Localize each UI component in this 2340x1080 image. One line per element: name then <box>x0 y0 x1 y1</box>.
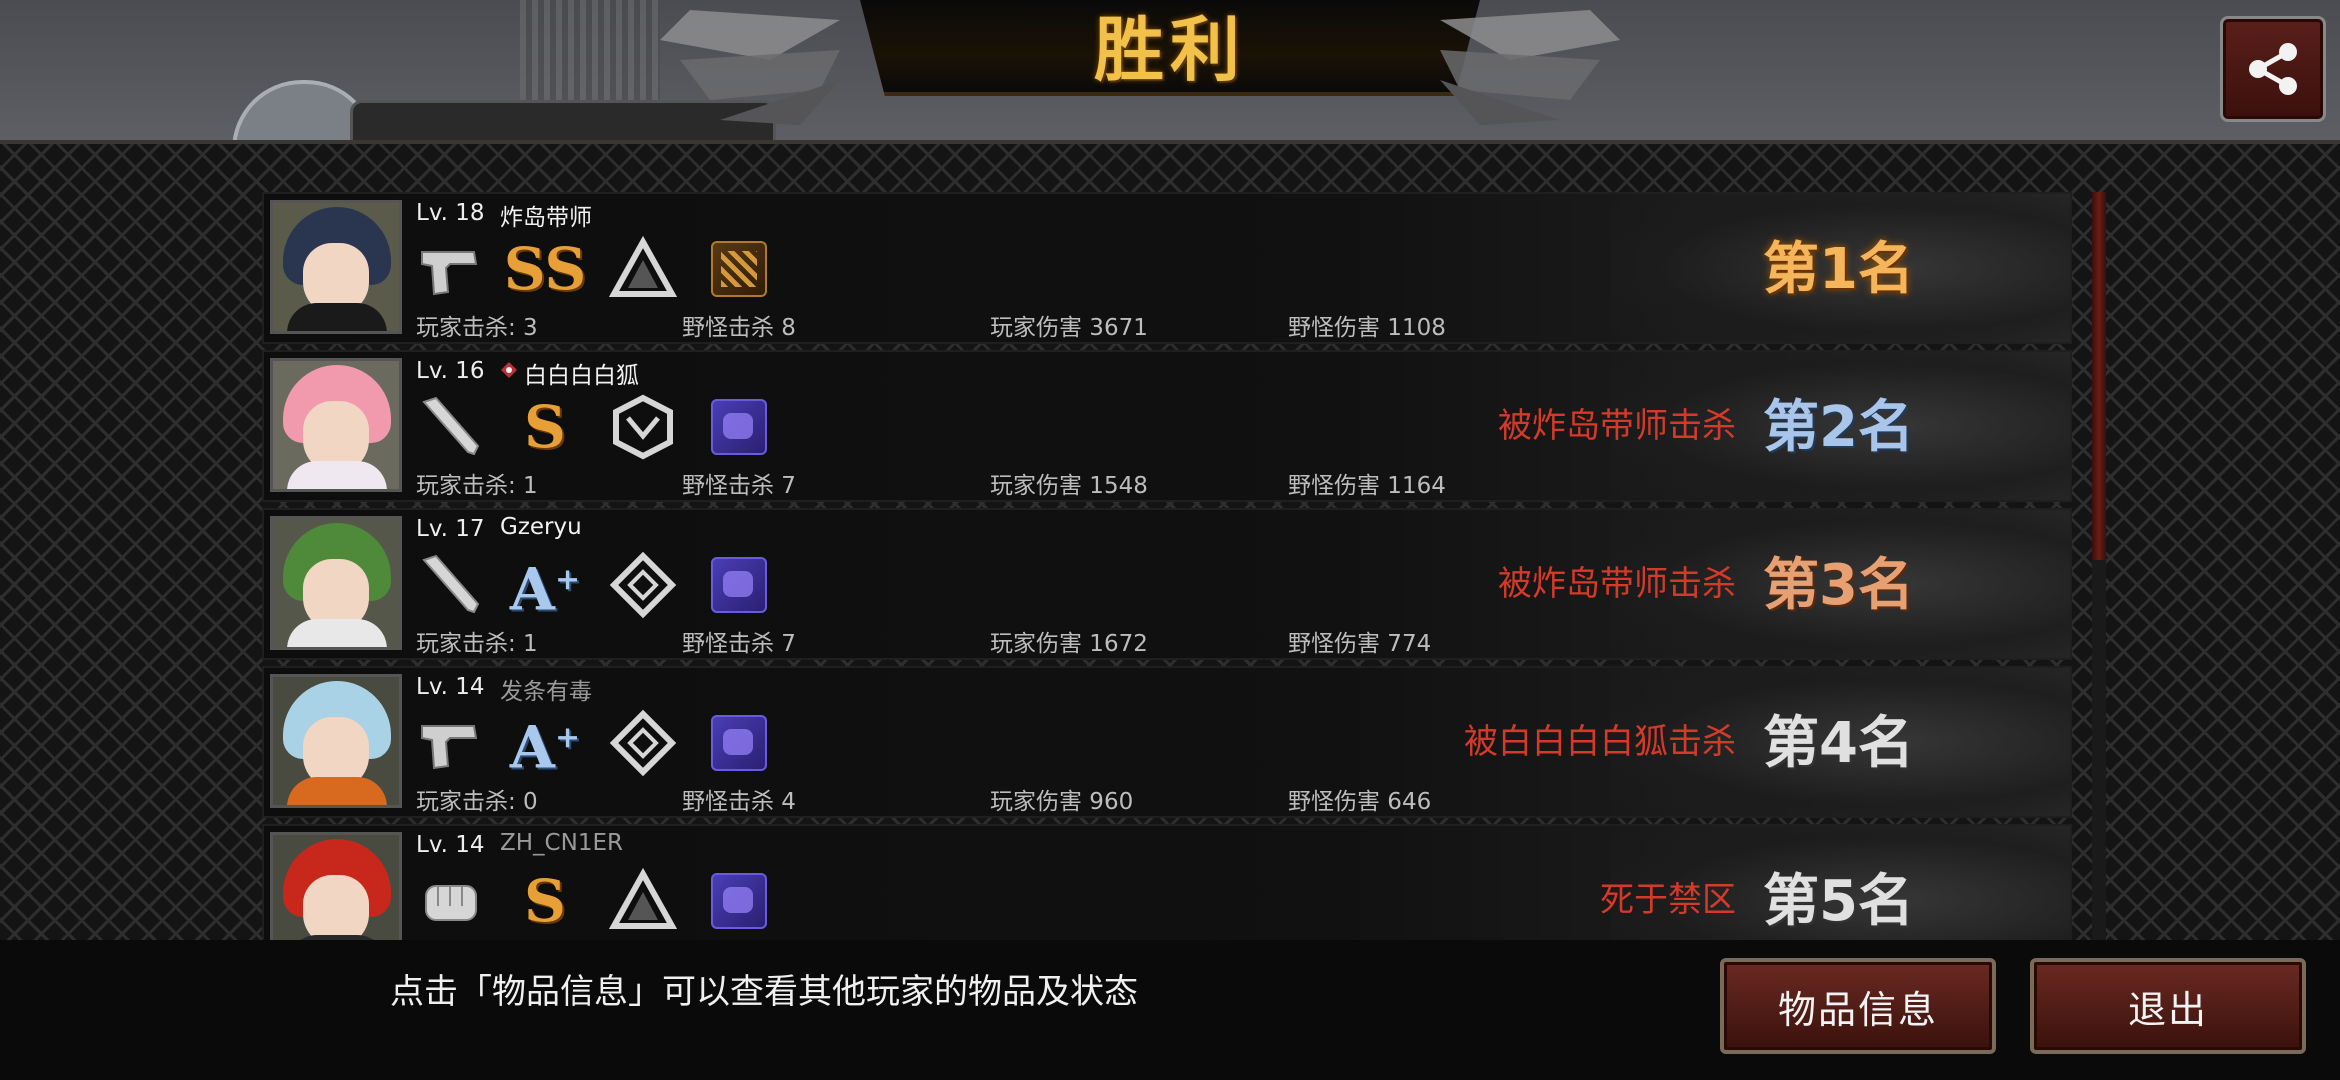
share-icon <box>2249 43 2297 95</box>
monster-damage: 野怪伤害 1164 <box>1288 473 1446 499</box>
item-info-button[interactable]: 物品信息 <box>1720 958 1996 1054</box>
grade-badge: A+ <box>510 708 580 782</box>
rank-label: 第3名 <box>1763 553 1914 618</box>
bag-icon <box>704 708 774 778</box>
pistol-icon <box>416 708 486 778</box>
delta-armor-icon <box>608 866 678 936</box>
monster-kills: 野怪击杀 4 <box>682 789 796 815</box>
grade-text: S <box>524 867 566 935</box>
player-name: Gzeryu <box>500 514 582 540</box>
diamond-armor-icon <box>608 708 678 778</box>
player-name: 发条有毒 <box>500 679 592 705</box>
player-kills: 玩家击杀: 3 <box>416 315 538 341</box>
death-cause: 被白白白白狐击杀 <box>1464 722 1736 762</box>
player-kills: 玩家击杀: 0 <box>416 789 538 815</box>
ammo-icon <box>704 234 774 304</box>
player-level: Lv. 14 <box>416 832 485 858</box>
fist-icon <box>416 866 486 936</box>
player-avatar <box>270 674 402 808</box>
monster-damage: 野怪伤害 646 <box>1288 789 1432 815</box>
player-avatar <box>270 832 402 942</box>
grade-text: S <box>524 393 566 461</box>
player-row[interactable]: Lv. 14 ZH_CN1ER S 死于禁区 第5名 <box>262 824 2072 942</box>
death-cause: 被炸岛带师击杀 <box>1498 406 1736 446</box>
scrollbar-thumb[interactable] <box>2092 192 2106 560</box>
rank-label: 第4名 <box>1763 711 1914 776</box>
bat-icon <box>416 392 486 462</box>
bag-icon <box>704 550 774 620</box>
player-avatar <box>270 516 402 650</box>
player-damage: 玩家伤害 960 <box>990 789 1134 815</box>
monster-kills: 野怪击杀 7 <box>682 631 796 657</box>
right-wing-revolver-icon <box>1440 10 1620 125</box>
hint-text: 点击「物品信息」可以查看其他玩家的物品及状态 <box>390 972 1138 1012</box>
hex-armor-icon <box>608 392 678 462</box>
bat-icon <box>416 550 486 620</box>
rank-label: 第2名 <box>1763 395 1914 460</box>
player-damage: 玩家伤害 1672 <box>990 631 1148 657</box>
left-wing-revolver-icon <box>660 10 840 125</box>
rank-label: 第1名 <box>1763 237 1914 302</box>
player-row[interactable]: Lv. 18 炸岛带师 SS 玩家击杀: 3 野怪击杀 8 玩家伤害 3671 … <box>262 192 2072 344</box>
monster-kills: 野怪击杀 8 <box>682 315 796 341</box>
death-cause: 死于禁区 <box>1600 880 1736 920</box>
player-name: 炸岛带师 <box>500 205 592 231</box>
ranking-scrollbar[interactable] <box>2092 192 2106 942</box>
grade-badge: SS <box>504 234 587 304</box>
monster-kills: 野怪击杀 7 <box>682 473 796 499</box>
death-cause: 被炸岛带师击杀 <box>1498 564 1736 604</box>
grade-badge: S <box>510 392 580 462</box>
grade-text: A+ <box>509 713 581 782</box>
player-damage: 玩家伤害 1548 <box>990 473 1148 499</box>
delta-armor-icon <box>608 234 678 304</box>
grade-badge: A+ <box>510 550 580 624</box>
grade-badge: S <box>510 866 580 936</box>
page-title: 胜利 <box>1094 8 1246 91</box>
player-name: ZH_CN1ER <box>500 830 623 856</box>
player-avatar <box>270 200 402 334</box>
player-name: 白白白白狐 <box>524 363 639 389</box>
grade-text: A+ <box>509 555 581 624</box>
bag-icon <box>704 392 774 462</box>
bag-icon <box>704 866 774 936</box>
player-kills: 玩家击杀: 1 <box>416 473 538 499</box>
player-avatar <box>270 358 402 492</box>
clan-icon <box>501 362 517 378</box>
grade-text: SS <box>503 235 587 303</box>
player-level: Lv. 18 <box>416 200 485 226</box>
monster-damage: 野怪伤害 1108 <box>1288 315 1446 341</box>
player-row[interactable]: Lv. 14 发条有毒 A+ 玩家击杀: 0 野怪击杀 4 玩家伤害 960 野… <box>262 666 2072 818</box>
player-kills: 玩家击杀: 1 <box>416 631 538 657</box>
pistol-icon <box>416 234 486 304</box>
exit-button[interactable]: 退出 <box>2030 958 2306 1054</box>
player-row[interactable]: Lv. 17 Gzeryu A+ 玩家击杀: 1 野怪击杀 7 玩家伤害 167… <box>262 508 2072 660</box>
ranking-list[interactable]: Lv. 18 炸岛带师 SS 玩家击杀: 3 野怪击杀 8 玩家伤害 3671 … <box>262 192 2072 942</box>
player-level: Lv. 14 <box>416 674 485 700</box>
rank-label: 第5名 <box>1763 869 1914 934</box>
diamond-armor-icon <box>608 550 678 620</box>
share-button[interactable] <box>2220 16 2326 122</box>
monster-damage: 野怪伤害 774 <box>1288 631 1432 657</box>
player-level: Lv. 16 <box>416 358 485 384</box>
player-damage: 玩家伤害 3671 <box>990 315 1148 341</box>
player-row[interactable]: Lv. 16 白白白白狐 S 玩家击杀: 1 野怪击杀 7 玩家伤害 1548 … <box>262 350 2072 502</box>
player-level: Lv. 17 <box>416 516 485 542</box>
